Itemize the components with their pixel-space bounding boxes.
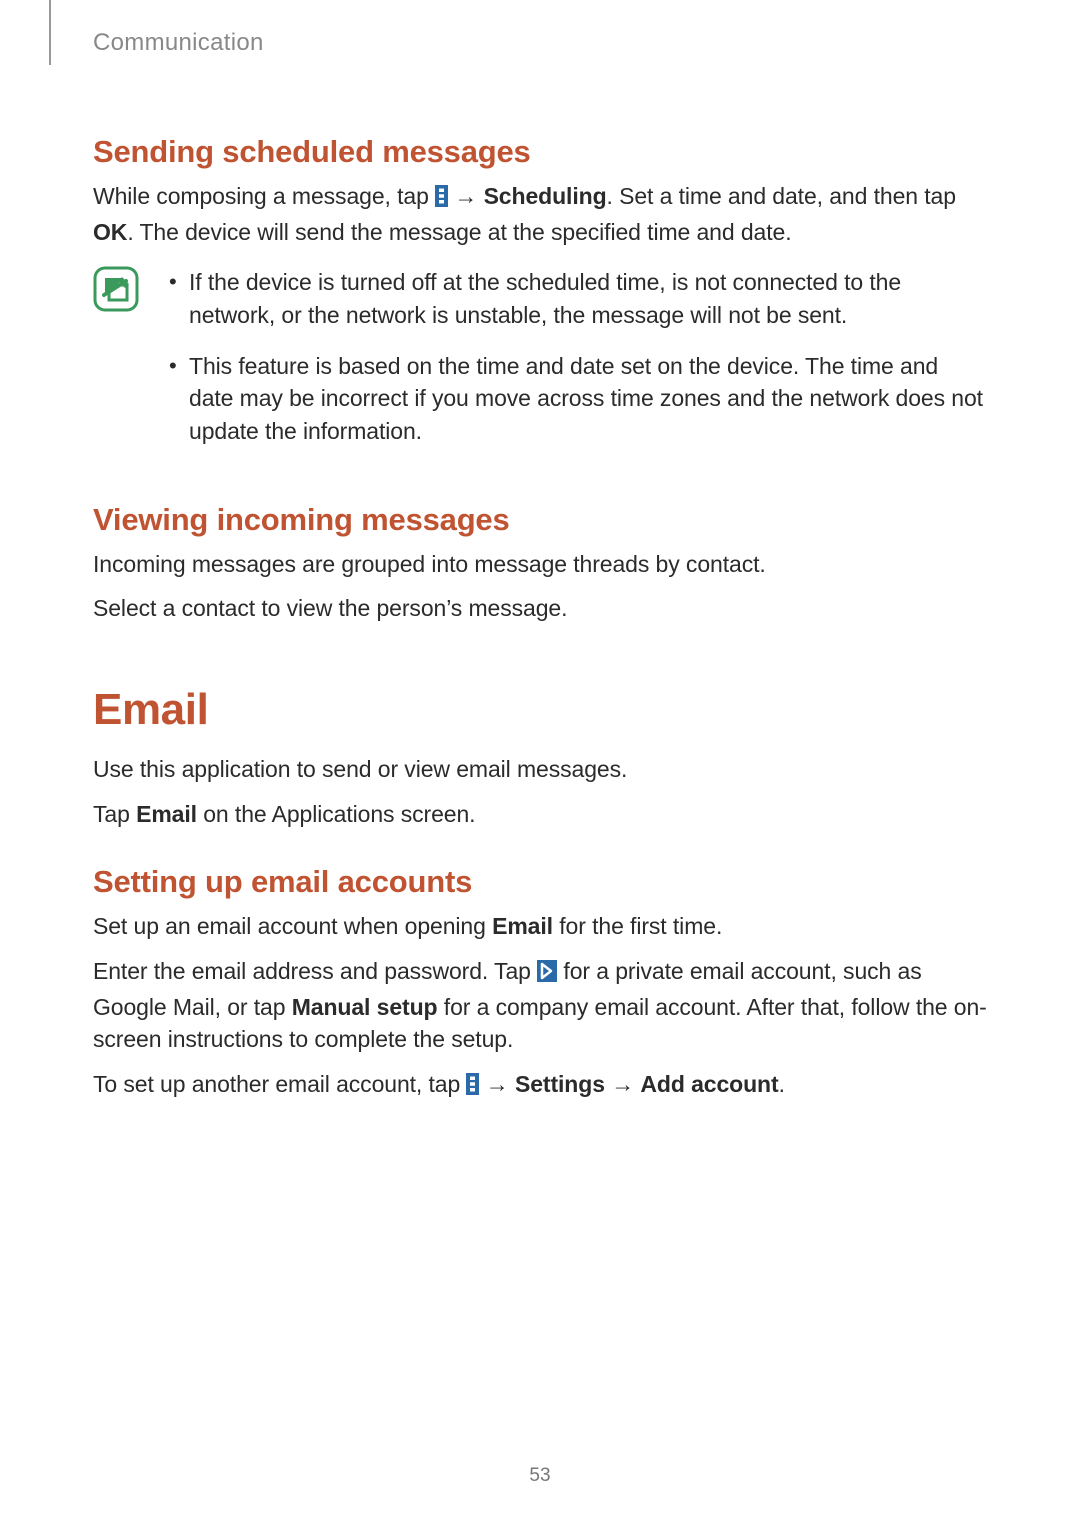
para-incoming-2: Select a contact to view the person’s me… xyxy=(93,592,987,625)
note-item: If the device is turned off at the sched… xyxy=(163,266,987,331)
header-divider xyxy=(49,0,51,65)
arrow: → xyxy=(479,1071,514,1097)
text: on the Applications screen. xyxy=(197,801,476,827)
para-incoming-1: Incoming messages are grouped into messa… xyxy=(93,548,987,581)
text: Set up an email account when opening xyxy=(93,913,492,939)
arrow: → xyxy=(448,183,483,209)
menu-icon xyxy=(466,1071,479,1104)
text: To set up another email account, tap xyxy=(93,1071,466,1097)
next-icon xyxy=(537,958,557,991)
para-setup-2: Enter the email address and password. Ta… xyxy=(93,955,987,1056)
para-setup-1: Set up an email account when opening Ema… xyxy=(93,910,987,943)
text: . Set a time and date, and then tap xyxy=(607,183,956,209)
text: for the first time. xyxy=(553,913,722,939)
text: Enter the email address and password. Ta… xyxy=(93,958,537,984)
header-section-label: Communication xyxy=(93,29,264,57)
note-icon xyxy=(93,266,139,317)
menu-icon xyxy=(435,183,448,216)
page-content: Sending scheduled messages While composi… xyxy=(93,30,987,1104)
note-list: If the device is turned off at the sched… xyxy=(163,264,987,465)
text: . The device will send the message at th… xyxy=(127,219,791,245)
note-item: This feature is based on the time and da… xyxy=(163,350,987,448)
text: . xyxy=(779,1071,785,1097)
bold-manual-setup: Manual setup xyxy=(292,994,438,1020)
bold-email2: Email xyxy=(492,913,553,939)
bold-add-account: Add account xyxy=(640,1071,778,1097)
bold-email: Email xyxy=(136,801,197,827)
bold-scheduling: Scheduling xyxy=(484,183,607,209)
heading-email: Email xyxy=(93,685,987,735)
note-text: If the device is turned off at the sched… xyxy=(189,269,901,328)
heading-sending-scheduled: Sending scheduled messages xyxy=(93,134,987,170)
bold-settings: Settings xyxy=(515,1071,605,1097)
para-email-1: Use this application to send or view ema… xyxy=(93,753,987,786)
document-page: Communication Sending scheduled messages… xyxy=(0,0,1080,1527)
page-number: 53 xyxy=(0,1465,1080,1487)
text: While composing a message, tap xyxy=(93,183,435,209)
para-scheduling: While composing a message, tap → Schedul… xyxy=(93,180,987,248)
text: Tap xyxy=(93,801,136,827)
arrow: → xyxy=(605,1071,640,1097)
bold-ok: OK xyxy=(93,219,127,245)
note-text: This feature is based on the time and da… xyxy=(189,353,983,444)
para-setup-3: To set up another email account, tap → S… xyxy=(93,1068,987,1104)
heading-setup-email: Setting up email accounts xyxy=(93,864,987,900)
heading-viewing-incoming: Viewing incoming messages xyxy=(93,502,987,538)
note-block: If the device is turned off at the sched… xyxy=(93,264,987,465)
para-email-2: Tap Email on the Applications screen. xyxy=(93,798,987,831)
